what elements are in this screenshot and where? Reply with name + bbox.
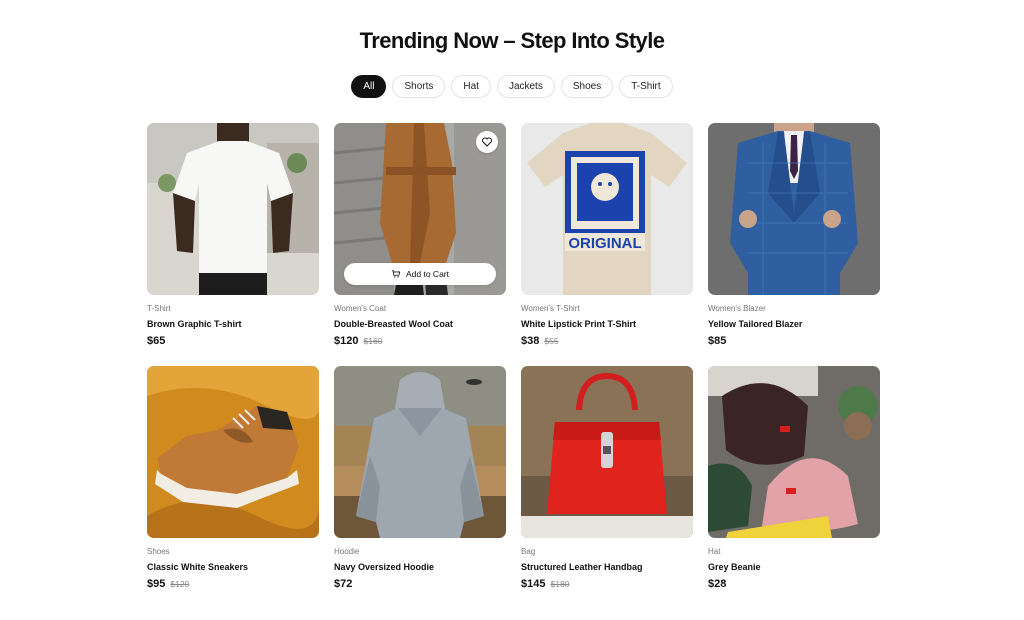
product-card[interactable]: Shoes Classic White Sneakers $95 $120 <box>147 366 319 609</box>
product-price: $95 <box>147 578 166 590</box>
product-prices: $145 $180 <box>521 578 693 592</box>
product-old-price: $160 <box>363 336 383 346</box>
white-tshirt-model-image <box>147 123 319 295</box>
product-price: $65 <box>147 335 166 347</box>
product-prices: $65 <box>147 335 319 349</box>
product-name[interactable]: Navy Oversized Hoodie <box>334 561 506 573</box>
product-name[interactable]: Grey Beanie <box>708 561 880 573</box>
blue-check-suit-image <box>708 123 880 295</box>
product-image[interactable] <box>521 366 693 538</box>
product-old-price: $120 <box>170 579 190 589</box>
filter-chip-all[interactable]: All <box>351 75 387 98</box>
filter-chip-jackets[interactable]: Jackets <box>496 75 555 98</box>
product-image[interactable]: Add to Cart <box>334 123 506 295</box>
product-price: $120 <box>334 335 359 347</box>
product-card[interactable]: Women's Blazer Yellow Tailored Blazer $8… <box>708 123 880 366</box>
product-price: $72 <box>334 578 353 590</box>
product-category: Shoes <box>147 547 170 556</box>
wishlist-button[interactable] <box>476 131 498 153</box>
product-category: Women's T-Shirt <box>521 304 580 313</box>
product-prices: $72 <box>334 578 506 592</box>
product-category: Bag <box>521 547 536 556</box>
product-price: $28 <box>708 578 727 590</box>
red-handbag-image <box>521 366 693 538</box>
product-prices: $38 $55 <box>521 335 693 349</box>
product-prices: $95 $120 <box>147 578 319 592</box>
product-name[interactable]: Classic White Sneakers <box>147 561 319 573</box>
product-prices: $28 <box>708 578 880 592</box>
product-name[interactable]: Yellow Tailored Blazer <box>708 318 880 330</box>
page-title: Trending Now – Step Into Style <box>359 28 665 53</box>
product-name[interactable]: Double-Breasted Wool Coat <box>334 318 506 330</box>
tan-sneaker-image <box>147 366 319 538</box>
filter-chip-shoes[interactable]: Shoes <box>560 75 614 98</box>
product-name[interactable]: White Lipstick Print T-Shirt <box>521 318 693 330</box>
original-print-tshirt-image: ORIGINAL <box>521 123 693 295</box>
product-prices: $85 <box>708 335 880 349</box>
product-image[interactable]: ORIGINAL <box>521 123 693 295</box>
product-name[interactable]: Brown Graphic T-shirt <box>147 318 319 330</box>
product-image[interactable] <box>334 366 506 538</box>
product-image[interactable] <box>147 123 319 295</box>
product-card[interactable]: Hoodie Navy Oversized Hoodie $72 <box>334 366 506 609</box>
grey-hoodie-image <box>334 366 506 538</box>
product-grid: T-Shirt Brown Graphic T-shirt $65 Add to… <box>147 123 880 609</box>
product-price: $145 <box>521 578 546 590</box>
heart-icon <box>482 137 492 147</box>
product-category: T-Shirt <box>147 304 171 313</box>
product-category: Women's Blazer <box>708 304 766 313</box>
product-price: $85 <box>708 335 727 347</box>
product-prices: $120 $160 <box>334 335 506 349</box>
product-category: Hat <box>708 547 721 556</box>
product-category: Hoodie <box>334 547 360 556</box>
add-to-cart-button[interactable]: Add to Cart <box>344 263 496 285</box>
knit-beanies-image <box>708 366 880 538</box>
filter-chip-hat[interactable]: Hat <box>451 75 491 98</box>
product-image[interactable] <box>147 366 319 538</box>
product-image[interactable] <box>708 123 880 295</box>
product-name[interactable]: Structured Leather Handbag <box>521 561 693 573</box>
add-to-cart-label: Add to Cart <box>406 269 449 279</box>
product-old-price: $55 <box>544 336 559 346</box>
cart-icon <box>391 270 401 278</box>
filter-chip-shorts[interactable]: Shorts <box>392 75 446 98</box>
product-card[interactable]: Add to Cart Women's Coat Double-Breasted… <box>334 123 506 366</box>
product-card[interactable]: ORIGINAL Women's T-Shirt White Lipstick … <box>521 123 693 366</box>
svg-text:ORIGINAL: ORIGINAL <box>568 235 641 252</box>
product-old-price: $180 <box>550 579 570 589</box>
filter-chips: All Shorts Hat Jackets Shoes T-Shirt <box>0 75 1024 98</box>
product-card[interactable]: T-Shirt Brown Graphic T-shirt $65 <box>147 123 319 366</box>
product-card[interactable]: Bag Structured Leather Handbag $145 $180 <box>521 366 693 609</box>
product-card[interactable]: Hat Grey Beanie $28 <box>708 366 880 609</box>
filter-chip-tshirt[interactable]: T-Shirt <box>619 75 673 98</box>
product-image[interactable] <box>708 366 880 538</box>
product-price: $38 <box>521 335 540 347</box>
product-category: Women's Coat <box>334 304 387 313</box>
